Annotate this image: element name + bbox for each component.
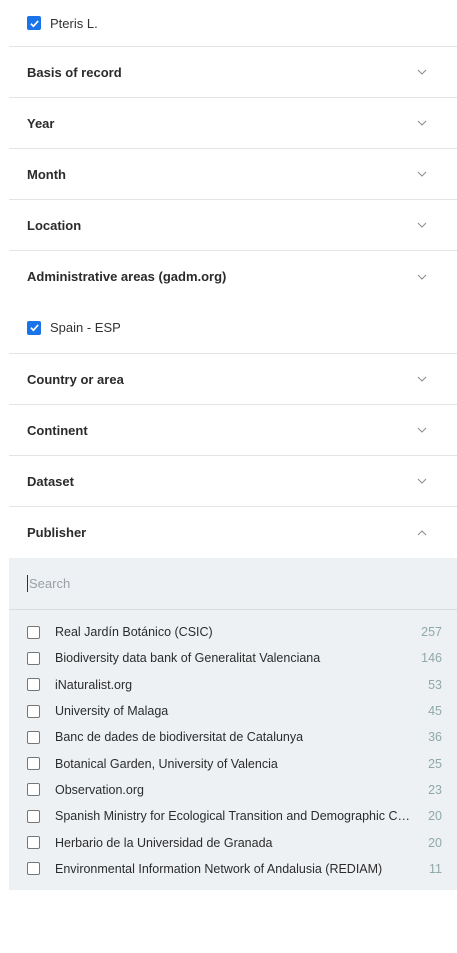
publisher-option-label: Botanical Garden, University of Valencia [55, 756, 278, 771]
publisher-option-label: Spanish Ministry for Ecological Transiti… [55, 809, 412, 824]
facet-publisher[interactable]: Publisher [9, 507, 457, 558]
facet-title: Continent [27, 422, 88, 438]
publisher-option[interactable]: iNaturalist.org 53 [9, 672, 457, 698]
checkbox[interactable] [27, 862, 40, 876]
chevron-down-icon [417, 120, 427, 126]
facet-location[interactable]: Location [9, 200, 457, 251]
publisher-option[interactable]: Environmental Information Network of And… [9, 856, 457, 882]
facet-country-or-area[interactable]: Country or area [9, 354, 457, 405]
publisher-option-count: 23 [428, 782, 442, 797]
facet-title: Basis of record [27, 64, 122, 80]
publisher-options-panel: Real Jardín Botánico (CSIC) 257 Biodiver… [9, 558, 457, 890]
checkbox[interactable] [27, 704, 40, 718]
publisher-option-label: University of Malaga [55, 704, 169, 719]
checkbox[interactable] [27, 651, 40, 665]
publisher-option[interactable]: Spanish Ministry for Ecological Transiti… [9, 803, 457, 829]
chevron-down-icon [417, 69, 427, 75]
checkbox[interactable] [27, 678, 40, 692]
chevron-down-icon [417, 376, 427, 382]
publisher-option-count: 11 [429, 861, 442, 876]
facet-title: Location [27, 217, 82, 233]
publisher-option-count: 146 [421, 651, 442, 666]
publisher-option-count: 36 [428, 730, 442, 745]
chevron-down-icon [417, 478, 427, 484]
publisher-option-label: Environmental Information Network of And… [55, 861, 383, 876]
admin-area-selected-filter[interactable]: Spain - ESP [9, 302, 457, 354]
chevron-up-icon [417, 529, 427, 535]
facet-basis-of-record[interactable]: Basis of record [9, 47, 457, 98]
facet-continent[interactable]: Continent [9, 405, 457, 456]
facet-administrative-areas[interactable]: Administrative areas (gadm.org) [9, 251, 457, 302]
facet-title: Publisher [27, 525, 87, 540]
chevron-down-icon [417, 171, 427, 177]
chevron-down-icon [417, 274, 427, 280]
publisher-option[interactable]: Herbario de la Universidad de Granada 20 [9, 829, 457, 855]
facet-title: Month [27, 166, 66, 182]
publisher-option-count: 53 [428, 677, 442, 692]
publisher-option-label: Observation.org [55, 782, 144, 797]
facet-title: Year [27, 115, 55, 131]
selected-taxon-filter[interactable]: Pteris L. [9, 0, 457, 47]
facet-month[interactable]: Month [9, 149, 457, 200]
checkbox[interactable] [27, 809, 40, 823]
selected-taxon-label: Pteris L. [50, 15, 98, 31]
checkbox[interactable] [27, 783, 40, 797]
checkbox[interactable] [27, 730, 40, 744]
publisher-option-count: 257 [421, 625, 442, 640]
publisher-option-list: Real Jardín Botánico (CSIC) 257 Biodiver… [9, 610, 457, 882]
publisher-option-label: Banc de dades de biodiversitat de Catalu… [55, 730, 304, 745]
publisher-option-label: Real Jardín Botánico (CSIC) [55, 625, 213, 640]
publisher-option[interactable]: Banc de dades de biodiversitat de Catalu… [9, 724, 457, 750]
publisher-option[interactable]: University of Malaga 45 [9, 698, 457, 724]
publisher-option[interactable]: Botanical Garden, University of Valencia… [9, 750, 457, 776]
checkbox-checked-icon[interactable] [27, 320, 41, 335]
facet-title: Administrative areas (gadm.org) [27, 269, 227, 284]
filter-panel: Pteris L. Basis of record Year Month Loc… [9, 0, 457, 890]
publisher-option-label: iNaturalist.org [55, 677, 133, 692]
facet-title: Country or area [27, 371, 124, 387]
checkbox[interactable] [27, 625, 40, 639]
facet-title: Dataset [27, 473, 74, 489]
publisher-option-count: 20 [428, 809, 442, 824]
publisher-option[interactable]: Biodiversity data bank of Generalitat Va… [9, 645, 457, 671]
publisher-option-label: Herbario de la Universidad de Granada [55, 835, 273, 850]
publisher-option[interactable]: Real Jardín Botánico (CSIC) 257 [9, 619, 457, 645]
chevron-down-icon [417, 222, 427, 228]
publisher-option-count: 20 [428, 835, 442, 850]
admin-area-selected-label: Spain - ESP [50, 320, 121, 335]
checkbox[interactable] [27, 836, 40, 850]
publisher-search-input[interactable] [27, 575, 411, 592]
chevron-down-icon [417, 427, 427, 433]
checkbox[interactable] [27, 757, 40, 771]
facet-year[interactable]: Year [9, 98, 457, 149]
publisher-option-count: 25 [428, 756, 442, 771]
publisher-option[interactable]: Observation.org 23 [9, 777, 457, 803]
publisher-option-label: Biodiversity data bank of Generalitat Va… [55, 651, 321, 666]
publisher-search-box [9, 558, 457, 610]
checkbox-checked-icon[interactable] [27, 16, 41, 30]
facet-dataset[interactable]: Dataset [9, 456, 457, 507]
publisher-option-count: 45 [428, 704, 442, 719]
